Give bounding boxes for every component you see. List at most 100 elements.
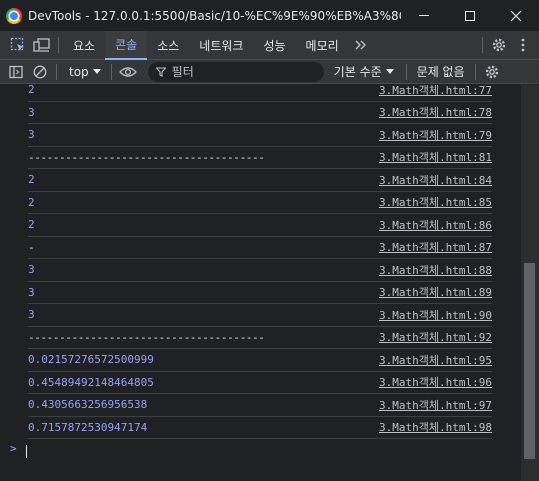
toolbar-divider <box>56 63 57 80</box>
message-source-link[interactable]: 3.Math객체.html:78 <box>379 104 492 120</box>
console-message: 3 3.Math객체.html:88 <box>28 259 492 282</box>
console-input[interactable] <box>26 445 27 458</box>
maximize-button[interactable] <box>447 0 493 31</box>
message-source-link[interactable]: 3.Math객체.html:86 <box>379 217 492 233</box>
message-value: 3 <box>28 128 35 142</box>
maximize-icon <box>465 10 475 21</box>
issues-counter[interactable]: 문제 없음 <box>411 63 471 80</box>
message-value: 0.02157276572500999 <box>28 353 154 367</box>
message-source-link[interactable]: 3.Math객체.html:79 <box>379 127 492 143</box>
console-messages: 2 3.Math객체.html:77 3 3.Math객체.html:78 3 … <box>0 85 521 481</box>
close-button[interactable] <box>493 0 539 31</box>
inspect-element-button[interactable] <box>6 33 30 57</box>
customize-menu-button[interactable] <box>511 33 535 57</box>
window-titlebar: DevTools - 127.0.0.1:5500/Basic/10-%EC%9… <box>0 0 539 31</box>
message-value: 3 <box>28 263 35 277</box>
more-tabs-button[interactable] <box>349 33 373 57</box>
block-icon <box>33 65 47 78</box>
devtools-main-toolbar: 요소 콘솔 소스 네트워크 성능 메모리 <box>0 30 539 60</box>
console-message: 3 3.Math객체.html:79 <box>28 124 492 147</box>
message-value: - <box>28 240 35 254</box>
message-source-link[interactable]: 3.Math객체.html:77 <box>379 85 492 98</box>
message-source-link[interactable]: 3.Math객체.html:98 <box>379 419 492 435</box>
device-icon <box>33 38 50 52</box>
tab-console[interactable]: 콘솔 <box>105 30 148 60</box>
message-value: 0.4305663256956538 <box>28 398 148 412</box>
toolbar-divider <box>58 37 59 53</box>
message-source-link[interactable]: 3.Math객체.html:90 <box>379 307 492 323</box>
console-message: 2 3.Math객체.html:86 <box>28 214 492 237</box>
console-prompt-icon: > <box>10 442 17 455</box>
message-source-link[interactable]: 3.Math객체.html:96 <box>379 374 492 390</box>
message-value: 2 <box>28 195 35 209</box>
console-toolbar: top 필터 기본 수준 문제 없음 <box>0 60 539 84</box>
close-icon <box>510 10 522 21</box>
console-scrollbar[interactable] <box>521 85 539 481</box>
filter-input[interactable]: 필터 <box>147 61 324 82</box>
console-message: 0.4305663256956538 3.Math객체.html:97 <box>28 394 492 417</box>
message-value: 2 <box>28 173 35 187</box>
console-message: 3 3.Math객체.html:89 <box>28 282 492 304</box>
message-source-link[interactable]: 3.Math객체.html:81 <box>379 149 492 165</box>
console-message: 3 3.Math객체.html:90 <box>28 304 492 327</box>
message-value: 0.45489492148464805 <box>28 375 154 389</box>
context-selector[interactable]: top <box>61 65 107 79</box>
eye-icon <box>118 66 137 77</box>
console-message: 0.45489492148464805 3.Math객체.html:96 <box>28 372 492 394</box>
tab-performance[interactable]: 성능 <box>253 31 295 60</box>
minimize-button[interactable] <box>401 0 447 31</box>
message-value: 3 <box>28 308 35 322</box>
clear-console-button[interactable] <box>28 60 52 84</box>
console-message: -------------------------------------- 3… <box>28 147 492 169</box>
console-message: 0.02157276572500999 3.Math객체.html:95 <box>28 349 492 372</box>
log-level-selector[interactable]: 기본 수준 <box>334 63 394 80</box>
message-source-link[interactable]: 3.Math객체.html:89 <box>379 284 492 300</box>
console-message: 3 3.Math객체.html:78 <box>28 102 492 124</box>
console-message: -------------------------------------- 3… <box>28 327 492 349</box>
gear-icon <box>485 65 498 78</box>
message-value: -------------------------------------- <box>28 330 265 344</box>
context-label: top <box>69 64 89 79</box>
console-settings-button[interactable] <box>480 60 504 84</box>
console-message: - 3.Math객체.html:87 <box>28 237 492 259</box>
scrollbar-thumb[interactable] <box>524 263 535 459</box>
toolbar-divider <box>405 63 407 80</box>
tab-memory[interactable]: 메모리 <box>296 31 349 60</box>
toolbar-divider <box>474 63 476 80</box>
filter-placeholder: 필터 <box>171 65 194 79</box>
tab-elements[interactable]: 요소 <box>63 31 105 60</box>
message-source-link[interactable]: 3.Math객체.html:92 <box>379 329 492 345</box>
message-value: 2 <box>28 85 35 97</box>
message-value: 3 <box>28 105 35 119</box>
filter-icon <box>155 66 166 77</box>
message-source-link[interactable]: 3.Math객체.html:84 <box>379 172 492 188</box>
live-expression-button[interactable] <box>116 60 140 84</box>
message-value: 3 <box>28 285 35 299</box>
message-source-link[interactable]: 3.Math객체.html:88 <box>379 262 492 278</box>
console-message: 0.7157872530947174 3.Math객체.html:98 <box>28 417 492 439</box>
device-toolbar-button[interactable] <box>30 33 54 57</box>
message-source-link[interactable]: 3.Math객체.html:85 <box>379 194 492 210</box>
console-message: 2 3.Math객체.html:85 <box>28 192 492 214</box>
console-message: 2 3.Math객체.html:77 <box>28 85 492 102</box>
message-value: 2 <box>28 218 35 232</box>
console-message: 2 3.Math객체.html:84 <box>28 169 492 192</box>
caret-down-icon <box>92 68 101 74</box>
tab-sources[interactable]: 소스 <box>147 31 189 60</box>
log-level-label: 기본 수준 <box>333 65 382 79</box>
tab-network[interactable]: 네트워크 <box>189 31 253 60</box>
sidebar-icon <box>9 65 23 78</box>
message-value: 0.7157872530947174 <box>28 420 148 434</box>
caret-down-icon <box>385 68 394 74</box>
window-title: DevTools - 127.0.0.1:5500/Basic/10-%EC%9… <box>28 8 401 23</box>
message-source-link[interactable]: 3.Math객체.html:95 <box>379 352 492 368</box>
chrome-logo-icon <box>6 7 22 24</box>
toolbar-divider <box>110 63 112 80</box>
inspect-icon <box>10 37 24 51</box>
sidebar-toggle-button[interactable] <box>4 60 28 84</box>
gear-icon <box>492 38 506 52</box>
minimize-icon <box>419 15 429 16</box>
settings-button[interactable] <box>487 33 511 57</box>
message-source-link[interactable]: 3.Math객체.html:87 <box>379 239 492 255</box>
message-source-link[interactable]: 3.Math객체.html:97 <box>379 397 492 413</box>
